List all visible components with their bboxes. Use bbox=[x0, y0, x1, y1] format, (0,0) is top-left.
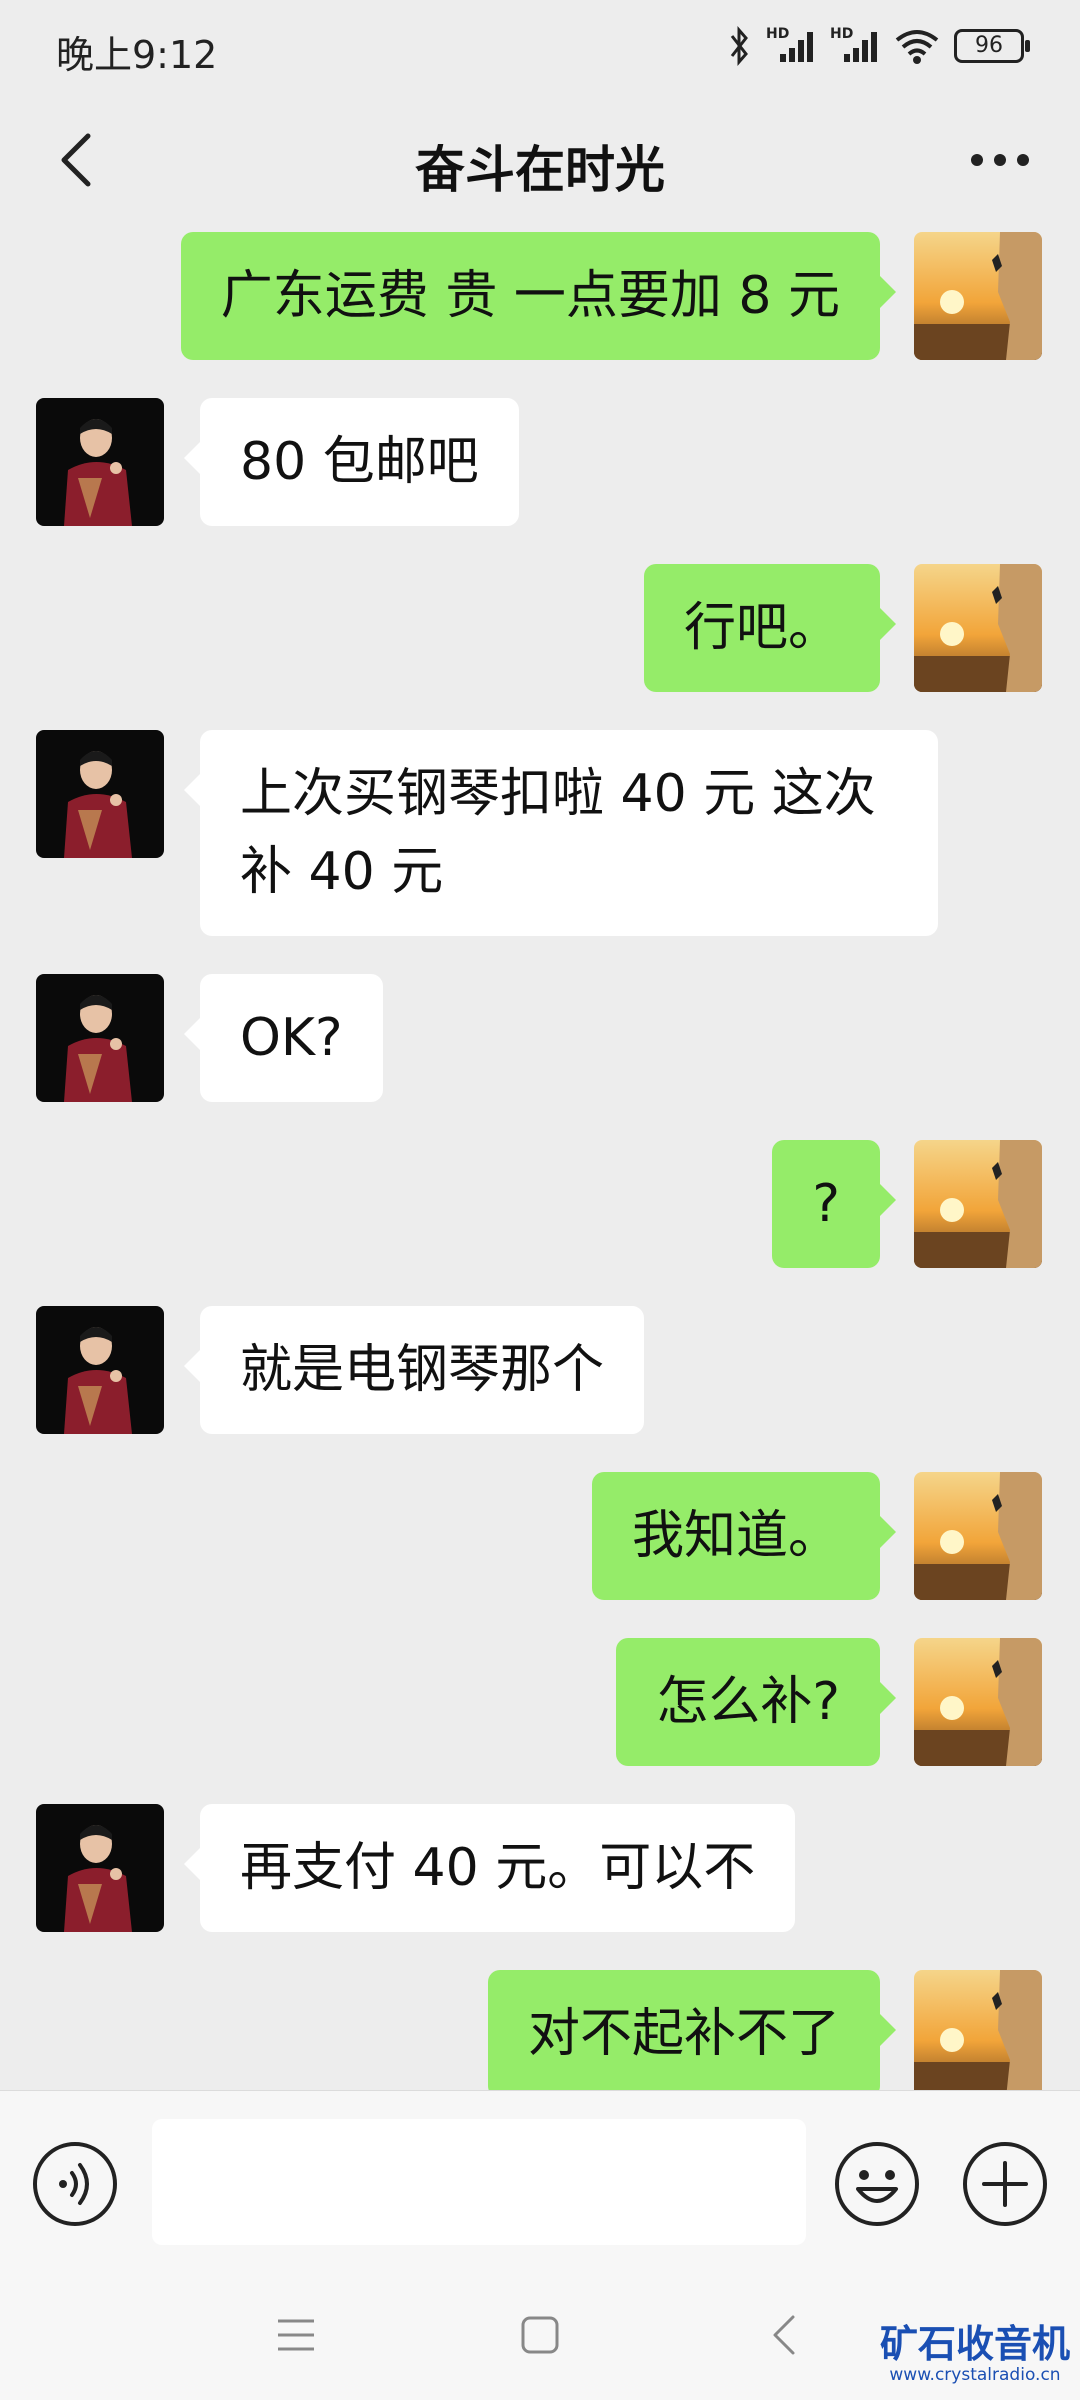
avatar-self[interactable] bbox=[914, 564, 1042, 692]
chat-header: 奋斗在时光 bbox=[0, 100, 1080, 220]
avatar-contact[interactable] bbox=[36, 1306, 164, 1434]
message-list[interactable]: 广东运费 贵 一点要加 8 元 80 包邮吧 行吧。 上次买钢琴扣啦 40 元 … bbox=[0, 220, 1080, 2090]
status-time: 晚上9:12 bbox=[56, 33, 218, 77]
message-bubble[interactable]: 怎么补? bbox=[616, 1638, 896, 1766]
signal-2-icon: HD bbox=[830, 26, 880, 66]
nav-home-button[interactable] bbox=[500, 2300, 580, 2370]
avatar-contact[interactable] bbox=[36, 974, 164, 1102]
message-input[interactable] bbox=[152, 2119, 806, 2245]
message-bubble[interactable]: 再支付 40 元。可以不 bbox=[183, 1804, 796, 1932]
emoji-button[interactable] bbox=[834, 2141, 920, 2227]
avatar-self[interactable] bbox=[914, 1140, 1042, 1268]
message-bubble[interactable]: OK? bbox=[184, 974, 383, 1102]
chat-title: 奋斗在时光 bbox=[415, 141, 665, 199]
watermark: 矿石收音机 www.crystalradio.cn bbox=[880, 2324, 1070, 2386]
status-icons: HD HD 96 bbox=[728, 26, 1030, 66]
more-functions-button[interactable] bbox=[962, 2141, 1048, 2227]
message-bubble[interactable]: 广东运费 贵 一点要加 8 元 bbox=[180, 232, 897, 360]
watermark-url: www.crystalradio.cn bbox=[889, 2365, 1061, 2385]
avatar-self[interactable] bbox=[914, 232, 1042, 360]
message-bubble[interactable]: 80 包邮吧 bbox=[184, 398, 519, 526]
avatar-self[interactable] bbox=[914, 1638, 1042, 1766]
input-bar bbox=[0, 2090, 1080, 2271]
home-icon bbox=[521, 2316, 559, 2354]
nav-back-button[interactable] bbox=[744, 2300, 824, 2370]
menu-icon bbox=[278, 2319, 314, 2351]
avatar-contact[interactable] bbox=[36, 730, 164, 858]
message-bubble[interactable]: 上次买钢琴扣啦 40 元 这次 补 40 元 bbox=[184, 730, 938, 936]
voice-button[interactable] bbox=[32, 2141, 118, 2227]
avatar-contact[interactable] bbox=[36, 398, 164, 526]
nav-menu-button[interactable] bbox=[256, 2300, 336, 2370]
back-icon bbox=[773, 2315, 795, 2355]
avatar-self[interactable] bbox=[914, 1472, 1042, 1600]
message-bubble[interactable]: 就是电钢琴那个 bbox=[183, 1306, 645, 1434]
more-dots-icon bbox=[971, 154, 1029, 166]
message-bubble[interactable]: 我知道。 bbox=[591, 1472, 897, 1600]
avatar-contact[interactable] bbox=[36, 1804, 164, 1932]
battery-indicator: 96 bbox=[954, 29, 1030, 63]
signal-1-icon: HD bbox=[766, 26, 816, 66]
voice-icon bbox=[33, 2142, 117, 2226]
message-bubble[interactable]: ? bbox=[772, 1140, 896, 1268]
message-bubble[interactable]: 行吧。 bbox=[643, 564, 897, 692]
message-bubble[interactable]: 对不起补不了 bbox=[487, 1970, 897, 2090]
bluetooth-icon bbox=[730, 26, 748, 66]
system-nav-bar: 矿石收音机 www.crystalradio.cn bbox=[0, 2270, 1080, 2400]
watermark-title: 矿石收音机 bbox=[879, 2322, 1070, 2366]
more-button[interactable] bbox=[950, 118, 1050, 202]
plus-icon bbox=[963, 2142, 1047, 2226]
emoji-icon bbox=[835, 2142, 919, 2226]
wifi-icon bbox=[895, 30, 939, 64]
status-bar: 晚上9:12 HD HD 96 bbox=[0, 0, 1080, 100]
avatar-self[interactable] bbox=[914, 1970, 1042, 2090]
